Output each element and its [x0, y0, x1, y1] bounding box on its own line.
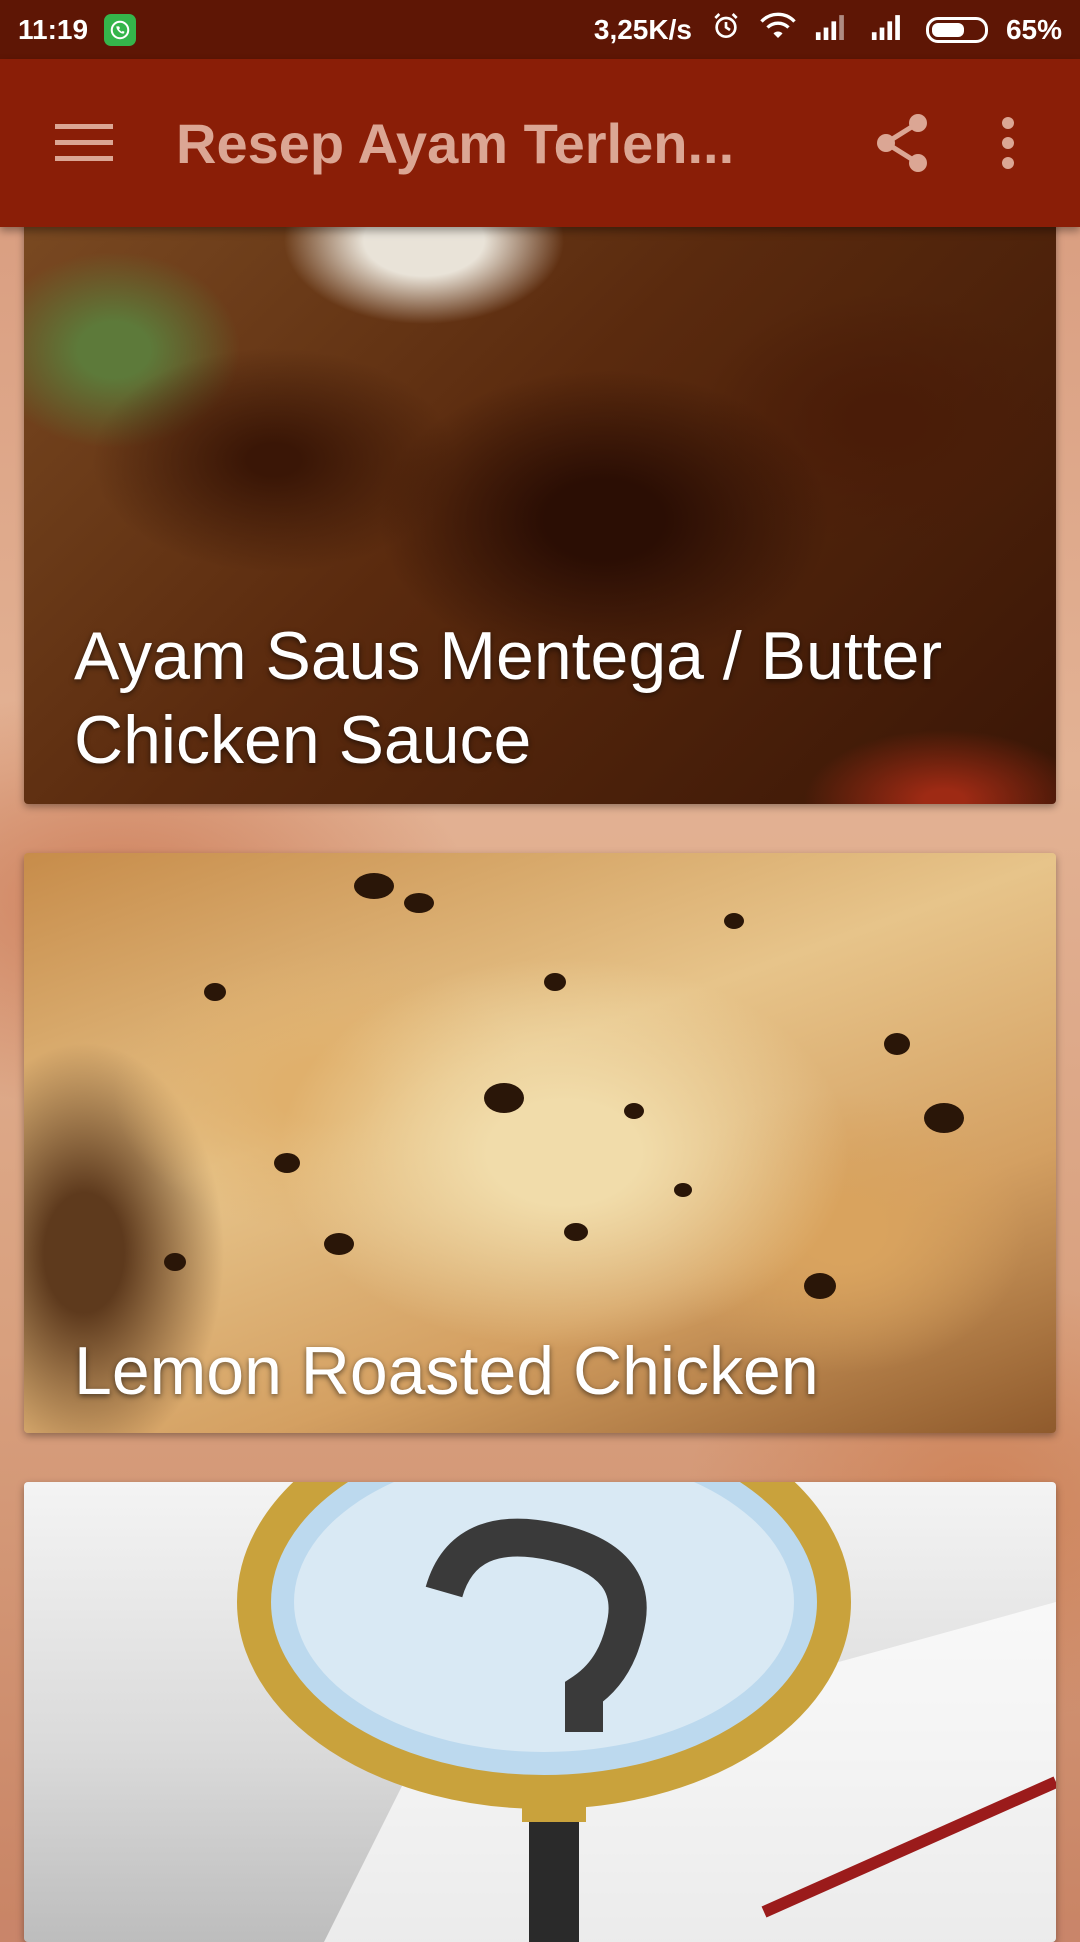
more-vert-icon[interactable]: [966, 101, 1050, 185]
recipe-card[interactable]: Ayam Saus Mentega / Butter Chicken Sauce: [24, 200, 1056, 804]
network-speed: 3,25K/s: [593, 13, 692, 45]
recipe-card[interactable]: Lemon Roasted Chicken: [24, 853, 1056, 1433]
wifi-icon: [760, 11, 796, 48]
recipe-title: Lemon Roasted Chicken: [74, 1333, 819, 1409]
status-time: 11:19: [18, 13, 89, 45]
recipe-title: Ayam Saus Mentega / Butter Chicken Sauce: [74, 618, 943, 778]
battery-percent: 65%: [1005, 13, 1062, 45]
signal-icon: [814, 12, 852, 47]
whatsapp-icon: [104, 13, 137, 46]
share-icon[interactable]: [860, 101, 944, 185]
app-toolbar: Resep Ayam Terlen...: [0, 59, 1080, 227]
hamburger-menu-icon[interactable]: [42, 101, 126, 185]
recipe-card[interactable]: [24, 1482, 1056, 1942]
battery-icon: [925, 16, 988, 43]
alarm-icon: [710, 10, 742, 49]
status-bar: 11:19 3,25K/s 65%: [0, 0, 1080, 59]
page-title: Resep Ayam Terlen...: [176, 111, 735, 175]
magnifying-glass-icon: [24, 1482, 1056, 1942]
battery-fill: [931, 22, 965, 37]
signal-icon: [870, 12, 908, 47]
